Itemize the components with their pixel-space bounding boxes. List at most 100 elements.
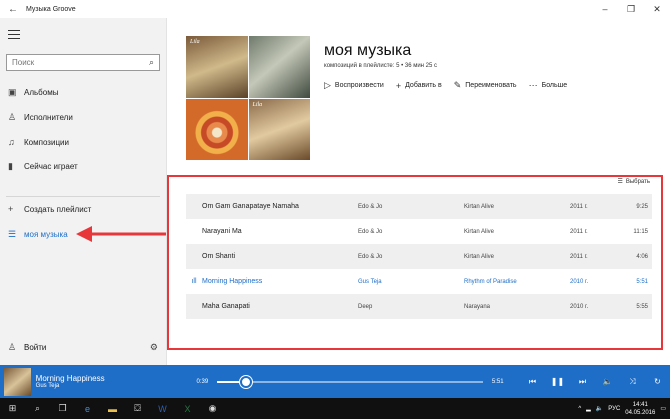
track-artist[interactable]: Edo & Jo (358, 204, 464, 210)
playlist-meta: композиций в плейлисте: 5 • 36 мин 25 с (324, 63, 437, 69)
search-input[interactable] (12, 58, 149, 67)
track-duration: 5:55 (636, 303, 648, 310)
minimize-icon[interactable]: – (592, 4, 618, 15)
track-album[interactable]: Kirtan Alive (464, 254, 570, 260)
search-icon[interactable]: ⌕ (149, 57, 154, 68)
excel-icon[interactable]: X (175, 404, 200, 414)
now-playing-album-art[interactable] (4, 367, 31, 396)
note-icon: ♫ (8, 137, 15, 147)
arrow-left-icon[interactable]: ← (0, 4, 26, 15)
more-button[interactable]: ⋯ Больше (529, 80, 568, 91)
store-icon[interactable]: ⛋ (125, 403, 150, 414)
table-row[interactable]: Narayani Ma Edo & Jo Kirtan Alive 2011 г… (186, 219, 652, 244)
tray-chevron-icon[interactable]: ^ (578, 406, 581, 412)
play-all-button[interactable]: ▷ Воспроизвести (324, 80, 384, 91)
select-button[interactable]: ☰ Выбрать (617, 178, 650, 186)
volume-icon[interactable]: 🔈 (595, 377, 620, 387)
clock-time: 14:41 (632, 401, 648, 408)
repeat-icon[interactable]: ↻ (645, 377, 670, 387)
windows-start-icon[interactable]: ⊞ (0, 403, 25, 414)
track-artist[interactable]: Deep (358, 304, 464, 310)
sidebar-item-now-playing[interactable]: ▮ Сейчас играет (0, 155, 166, 177)
track-title: Morning Happiness (202, 278, 263, 285)
playlist-actions: ▷ Воспроизвести + Добавить в ✎ Переимено… (324, 80, 567, 91)
table-row[interactable]: ıll Morning Happiness Gus Teja Rhythm of… (186, 269, 652, 294)
sidebar-item-new-playlist[interactable]: + Создать плейлист (0, 198, 166, 220)
sign-in-label: Войти (24, 342, 47, 352)
previous-icon[interactable]: ⏮ (520, 377, 545, 387)
pencil-icon: ✎ (453, 80, 462, 90)
volume-icon[interactable]: 🔈 (596, 405, 603, 412)
hamburger-menu-icon[interactable] (8, 30, 20, 42)
action-label: Воспроизвести (334, 82, 384, 89)
track-title: Om Gam Ganapataye Namaha (202, 203, 299, 210)
table-row[interactable]: Om Shanti Edo & Jo Kirtan Alive 2011 г. … (186, 244, 652, 269)
now-playing-bar: Morning Happiness Gus Teja 0:39 5:51 ⏮ ❚… (0, 365, 670, 398)
word-icon[interactable]: W (150, 404, 175, 414)
track-title: Maha Ganapati (202, 303, 250, 310)
sidebar-item-my-music[interactable]: ☰ моя музыка (0, 223, 166, 245)
table-row[interactable]: Om Gam Ganapataye Namaha Edo & Jo Kirtan… (186, 194, 652, 219)
action-label: Добавить в (405, 82, 442, 89)
playlist-cover: Lila Lila (186, 36, 310, 160)
page-title: моя музыка (324, 42, 412, 59)
pause-icon[interactable]: ❚❚ (545, 377, 570, 387)
seek-knob[interactable] (240, 375, 252, 388)
search-box[interactable]: ⌕ (6, 54, 160, 71)
track-list: Om Gam Ganapataye Namaha Edo & Jo Kirtan… (186, 194, 652, 319)
sidebar-item-artists[interactable]: ♙ Исполнители (0, 106, 166, 128)
track-album[interactable]: Kirtan Alive (464, 204, 570, 210)
now-playing-equalizer-icon: ıll (191, 278, 197, 285)
sidebar-item-songs[interactable]: ♫ Композиции (0, 131, 166, 153)
track-album[interactable]: Kirtan Alive (464, 229, 570, 235)
track-duration: 4:06 (636, 253, 648, 260)
playback-controls: ⏮ ❚❚ ⏭ 🔈 ⤨ ↻ (520, 377, 670, 387)
clock-date: 04.05.2016 (625, 409, 656, 416)
track-artist[interactable]: Gus Teja (358, 279, 464, 285)
file-explorer-icon[interactable]: ▬ (100, 404, 125, 414)
add-to-button[interactable]: + Добавить в (396, 80, 442, 91)
plus-icon: + (395, 80, 402, 91)
more-icon: ⋯ (528, 80, 538, 90)
close-icon[interactable]: ✕ (644, 4, 670, 15)
seek-slider[interactable] (216, 375, 484, 388)
window-controls: – ❐ ✕ (592, 4, 670, 15)
track-duration: 11:15 (633, 228, 648, 235)
network-icon[interactable]: ▂ (586, 405, 591, 412)
track-artist[interactable]: Edo & Jo (358, 229, 464, 235)
clock[interactable]: 14:41 04.05.2016 (625, 401, 655, 417)
next-icon[interactable]: ⏭ (570, 377, 595, 387)
track-album[interactable]: Rhythm of Paradise (464, 279, 570, 285)
rename-button[interactable]: ✎ Переименовать (454, 80, 517, 91)
track-duration: 5:51 (636, 278, 648, 285)
equalizer-icon: ▮ (8, 160, 13, 171)
gear-icon[interactable]: ⚙ (150, 342, 158, 353)
task-view-icon[interactable]: ❐ (50, 403, 75, 414)
system-tray: ^ ▂ 🔈 РУС 14:41 04.05.2016 ▭ (578, 401, 670, 417)
track-album[interactable]: Narayana (464, 304, 570, 310)
action-label: Больше (541, 82, 568, 89)
sidebar-item-label: Композиции (24, 137, 69, 147)
sign-in-row[interactable]: ♙ Войти ⚙ (0, 336, 166, 358)
album-art-label: Lila (190, 39, 200, 45)
now-playing-title[interactable]: Morning Happiness (36, 374, 188, 383)
now-playing-artist[interactable]: Gus Teja (36, 383, 188, 389)
notifications-icon[interactable]: ▭ (660, 405, 666, 412)
elapsed-time: 0:39 (196, 378, 209, 385)
track-year: 2010 г. (570, 303, 589, 310)
sidebar-item-albums[interactable]: ▣ Альбомы (0, 81, 166, 103)
edge-browser-icon[interactable]: e (75, 404, 100, 414)
shuffle-icon[interactable]: ⤨ (620, 377, 645, 387)
now-playing-info: Morning Happiness Gus Teja (36, 374, 188, 389)
maximize-icon[interactable]: ❐ (618, 4, 644, 15)
input-language[interactable]: РУС (608, 406, 620, 412)
plus-icon: + (8, 204, 14, 214)
track-artist[interactable]: Edo & Jo (358, 254, 464, 260)
groove-music-icon[interactable]: ◉ (200, 403, 225, 414)
select-label: Выбрать (625, 178, 650, 185)
sidebar-item-label: Сейчас играет (24, 161, 78, 171)
table-row[interactable]: Maha Ganapati Deep Narayana 2010 г. 5:55 (186, 294, 652, 319)
search-icon[interactable]: ⌕ (25, 403, 50, 414)
track-year: 2011 г. (570, 228, 588, 235)
sidebar-divider (6, 196, 160, 197)
